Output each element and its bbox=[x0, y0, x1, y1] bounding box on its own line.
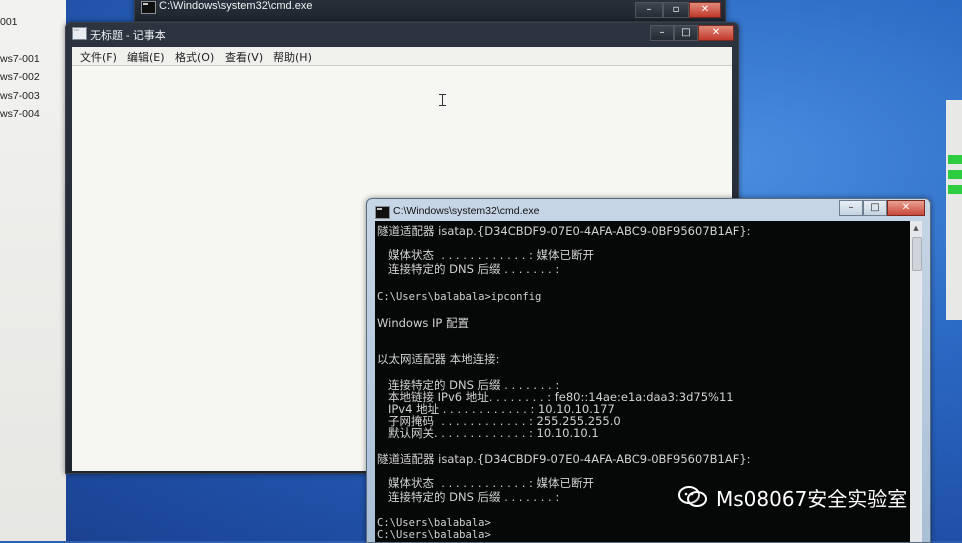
titlebar[interactable]: C:\Windows\system32\cmd.exe – □ ✕ bbox=[367, 199, 930, 221]
console-line: 连接特定的 DNS 后缀 . . . . . . . : bbox=[377, 262, 560, 276]
host-label[interactable]: ws7-001 bbox=[0, 53, 40, 65]
minimize-button[interactable]: – bbox=[839, 200, 863, 216]
maximize-button[interactable]: □ bbox=[674, 25, 698, 41]
console-line: C:\Users\balabala> bbox=[377, 529, 491, 541]
vertical-scrollbar[interactable]: ▲ bbox=[910, 221, 922, 542]
background-cmd-window[interactable]: C:\Windows\system32\cmd.exe – ▫ ✕ bbox=[134, 0, 726, 22]
maximize-button[interactable]: □ bbox=[863, 200, 887, 216]
scroll-up-icon[interactable]: ▲ bbox=[911, 223, 921, 233]
partial-window-right bbox=[946, 100, 962, 320]
console-line: C:\Users\balabala>ipconfig bbox=[377, 291, 542, 303]
console-line: 媒体状态 . . . . . . . . . . . . : 媒体已断开 bbox=[377, 476, 595, 490]
status-bar-green bbox=[948, 185, 962, 194]
watermark-text: Ms08067安全实验室 bbox=[716, 487, 908, 511]
left-panel: 001 ws7-001 ws7-002 ws7-003 ws7-004 bbox=[0, 0, 66, 541]
console-icon bbox=[375, 206, 390, 219]
console-line: 媒体状态 . . . . . . . . . . . . : 媒体已断开 bbox=[377, 248, 595, 262]
scroll-thumb[interactable] bbox=[912, 237, 922, 271]
close-button[interactable]: ✕ bbox=[689, 2, 721, 18]
wechat-icon bbox=[678, 486, 707, 507]
menu-help[interactable]: 帮助(H) bbox=[273, 49, 312, 65]
console-line: 连接特定的 DNS 后缀 . . . . . . . : bbox=[377, 490, 560, 504]
console-line: 隧道适配器 isatap.{D34CBDF9-07E0-4AFA-ABC9-0B… bbox=[377, 452, 751, 466]
console-line: Windows IP 配置 bbox=[377, 316, 469, 330]
console-line: 默认网关. . . . . . . . . . . . . : 10.10.10… bbox=[377, 426, 599, 440]
menu-file[interactable]: 文件(F) bbox=[80, 49, 117, 65]
host-label[interactable]: 001 bbox=[0, 16, 18, 28]
minimize-button[interactable]: – bbox=[635, 2, 663, 18]
window-title: C:\Windows\system32\cmd.exe bbox=[159, 0, 313, 12]
host-label[interactable]: ws7-004 bbox=[0, 108, 40, 120]
titlebar[interactable]: C:\Windows\system32\cmd.exe – ▫ ✕ bbox=[135, 0, 725, 18]
status-bar-green bbox=[948, 170, 962, 179]
maximize-button[interactable]: ▫ bbox=[663, 2, 689, 18]
host-label[interactable]: ws7-002 bbox=[0, 71, 40, 83]
close-button[interactable]: ✕ bbox=[698, 25, 734, 41]
status-bar-green bbox=[948, 155, 962, 164]
console-icon bbox=[141, 1, 156, 14]
notepad-icon bbox=[72, 27, 87, 40]
console-line: 以太网适配器 本地连接: bbox=[377, 352, 500, 366]
menu-format[interactable]: 格式(O) bbox=[175, 49, 214, 65]
menu-bar: 文件(F) 编辑(E) 格式(O) 查看(V) 帮助(H) bbox=[72, 47, 732, 65]
window-title: C:\Windows\system32\cmd.exe bbox=[393, 205, 540, 217]
menu-view[interactable]: 查看(V) bbox=[225, 49, 263, 65]
close-button[interactable]: ✕ bbox=[887, 200, 925, 216]
window-title: 无标题 - 记事本 bbox=[90, 30, 166, 42]
titlebar[interactable]: 无标题 - 记事本 – □ ✕ bbox=[66, 23, 738, 45]
ibeam-cursor-icon bbox=[439, 94, 446, 106]
menu-edit[interactable]: 编辑(E) bbox=[127, 49, 165, 65]
console-line: 隧道适配器 isatap.{D34CBDF9-07E0-4AFA-ABC9-0B… bbox=[377, 224, 751, 238]
minimize-button[interactable]: – bbox=[650, 25, 674, 41]
host-label[interactable]: ws7-003 bbox=[0, 90, 40, 102]
console-line: C:\Users\balabala> bbox=[377, 517, 491, 529]
